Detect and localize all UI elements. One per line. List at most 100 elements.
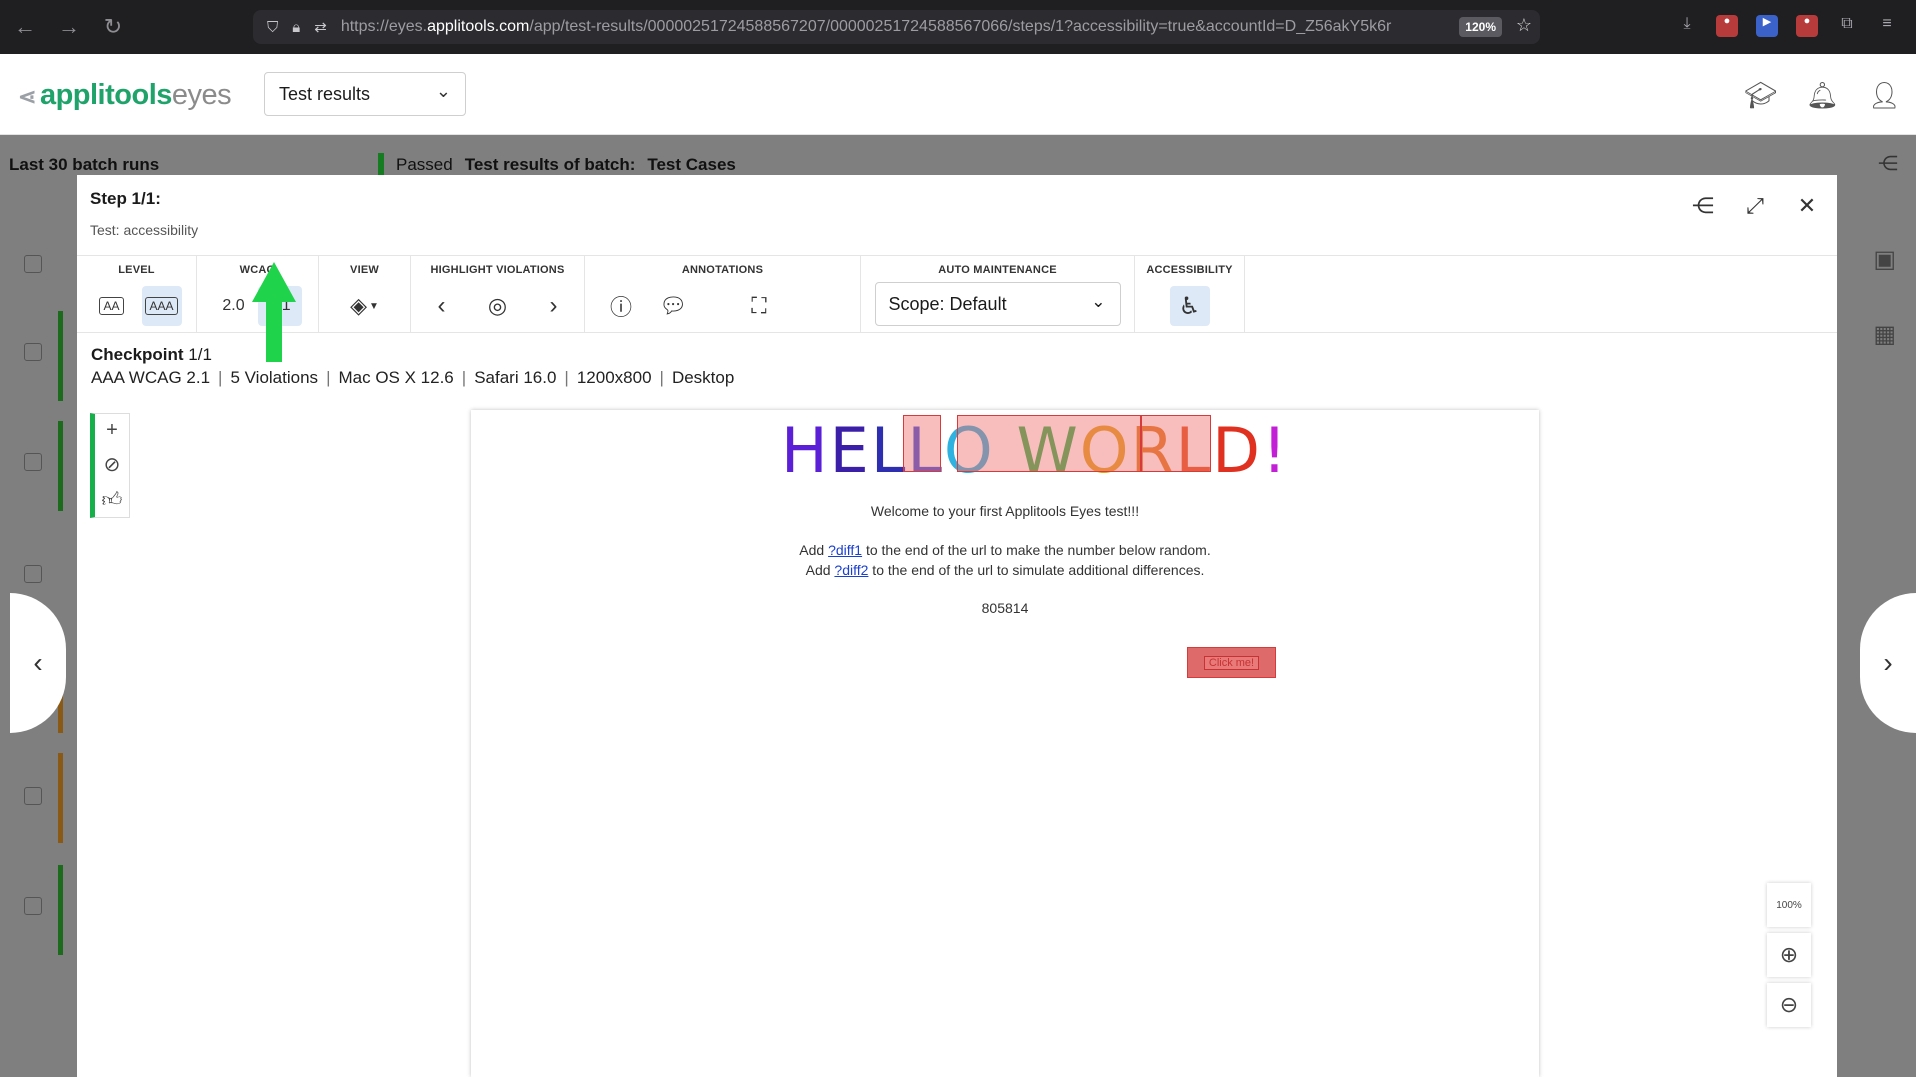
step-modal: Step 1/1: Test: accessibility ⋲ ⤢ ✕ LEVE… bbox=[77, 175, 1837, 1077]
auto-maintenance-label: AUTO MAINTENANCE bbox=[938, 264, 1057, 276]
view-group: VIEW ◈ ▼ bbox=[319, 256, 411, 332]
level-group: LEVEL AA AAA bbox=[77, 256, 197, 332]
extension-red2-icon[interactable]: ● bbox=[1796, 15, 1818, 37]
level-label: LEVEL bbox=[118, 264, 155, 276]
browser-text: Safari 16.0 bbox=[474, 368, 557, 387]
checkpoint-tools: + ⊘ 👍︎ bbox=[90, 413, 130, 518]
extension-video-icon[interactable]: ▶ bbox=[1756, 15, 1778, 37]
row-checkbox[interactable] bbox=[24, 343, 42, 361]
test-name: Test: accessibility bbox=[90, 222, 199, 238]
reload-icon[interactable]: ↻ bbox=[102, 14, 124, 40]
remark-annotation-button[interactable]: 💬︎ bbox=[653, 286, 693, 326]
diff2-line: Add ?diff2 to the end of the url to simu… bbox=[805, 562, 1205, 578]
batch-header: Passed Test results of batch: Test Cases bbox=[378, 153, 736, 177]
extensions-puzzle-icon[interactable]: ⧉ bbox=[1836, 15, 1858, 37]
level-aa-label: AA bbox=[99, 297, 124, 315]
chevron-left-icon: ‹ bbox=[437, 292, 446, 319]
accessibility-toggle-button[interactable]: ♿︎ bbox=[1169, 286, 1210, 326]
shield-icon: ⛉ bbox=[267, 18, 279, 36]
row-checkbox[interactable] bbox=[24, 787, 42, 805]
next-violation-button[interactable]: › bbox=[534, 286, 574, 326]
violation-region[interactable] bbox=[957, 415, 1141, 472]
zoom-in-icon: ⊕ bbox=[1779, 942, 1799, 967]
layers-icon: ◈ bbox=[350, 293, 367, 318]
step-title: Step 1/1: bbox=[90, 189, 161, 208]
device-text: Desktop bbox=[671, 368, 735, 387]
status-bar bbox=[378, 153, 384, 177]
site-settings-icon[interactable]: ⇄ bbox=[314, 18, 327, 36]
accessibility-icon: ♿︎ bbox=[1178, 292, 1201, 320]
scope-value: Scope: Default bbox=[888, 293, 1007, 314]
share-icon[interactable]: ⋲ bbox=[1691, 193, 1715, 219]
close-icon[interactable]: ✕ bbox=[1795, 193, 1819, 219]
bell-icon[interactable]: 🔔︎ bbox=[1806, 80, 1839, 111]
os-text: Mac OS X 12.6 bbox=[338, 368, 454, 387]
zoom-fit-label: 100% bbox=[1776, 899, 1802, 911]
view-label: VIEW bbox=[350, 264, 379, 276]
row-checkbox[interactable] bbox=[24, 565, 42, 583]
page-selector[interactable]: Test results ⌄ bbox=[264, 72, 466, 116]
bookmark-star-icon[interactable]: ☆ bbox=[1516, 15, 1532, 36]
prev-violation-button[interactable]: ‹ bbox=[422, 286, 462, 326]
level-aaa-label: AAA bbox=[145, 297, 178, 315]
row-checkbox[interactable] bbox=[24, 897, 42, 915]
extension-red-icon[interactable]: ● bbox=[1716, 15, 1738, 37]
accessibility-off-icon[interactable]: ⊘ bbox=[104, 452, 121, 477]
browser-toolbar: ← → ↻ ⛉ 🔒︎ ⇄ https://eyes.applitools.com… bbox=[0, 0, 1916, 54]
save-icon[interactable]: ▣ bbox=[1873, 245, 1896, 274]
browser-menu-icon[interactable]: ≡ bbox=[1876, 15, 1898, 37]
user-settings-icon[interactable]: 👤︎ bbox=[1868, 80, 1901, 111]
diff1-link[interactable]: ?diff1 bbox=[828, 542, 862, 558]
level-aa-button[interactable]: AA bbox=[92, 286, 132, 326]
address-bar[interactable]: ⛉ 🔒︎ ⇄ https://eyes.applitools.com/app/t… bbox=[253, 10, 1540, 44]
diff2-link[interactable]: ?diff2 bbox=[834, 562, 868, 578]
highlight-toggle-button[interactable]: ◎ bbox=[478, 286, 518, 326]
url-text[interactable]: https://eyes.applitools.com/app/test-res… bbox=[341, 18, 1431, 36]
comment-icon: 💬︎ bbox=[659, 293, 687, 318]
zoom-badge[interactable]: 120% bbox=[1459, 17, 1502, 37]
zoom-out-button[interactable]: ⊖ bbox=[1767, 983, 1811, 1027]
level-aaa-button[interactable]: AAA bbox=[141, 286, 182, 326]
accessibility-group: ACCESSIBILITY ♿︎ bbox=[1135, 256, 1245, 332]
accessibility-label: ACCESSIBILITY bbox=[1146, 264, 1233, 276]
welcome-text: Welcome to your first Applitools Eyes te… bbox=[870, 503, 1140, 519]
row-checkbox[interactable] bbox=[24, 453, 42, 471]
view-layers-button[interactable]: ◈ ▼ bbox=[345, 286, 385, 326]
chevron-right-icon: › bbox=[549, 292, 558, 319]
viewport-text: 1200x800 bbox=[576, 368, 652, 387]
caret-down-icon: ▼ bbox=[369, 300, 379, 312]
annotations-label: ANNOTATIONS bbox=[681, 264, 764, 276]
zoom-out-icon: ⊖ bbox=[1779, 992, 1799, 1017]
expand-icon[interactable]: ⤢ bbox=[1743, 193, 1767, 219]
click-me-button[interactable]: Click me! bbox=[1187, 647, 1276, 678]
batch-label: Test results of batch: bbox=[464, 155, 636, 174]
row-checkbox[interactable] bbox=[24, 255, 42, 273]
issue-annotation-button[interactable]: ⓘ bbox=[601, 286, 641, 326]
checkpoint-meta: AAA WCAG 2.1 | 5 Violations | Mac OS X 12.… bbox=[91, 368, 735, 387]
chevron-down-icon: ⌄ bbox=[435, 81, 451, 101]
thumbs-up-icon[interactable]: 👍︎ bbox=[102, 488, 123, 512]
annotations-group: ANNOTATIONS ⓘ 💬︎ ⛶ bbox=[585, 256, 861, 332]
back-icon[interactable]: ← bbox=[14, 14, 36, 40]
plus-icon[interactable]: + bbox=[106, 419, 118, 442]
violation-region[interactable] bbox=[903, 415, 941, 472]
app-header: ⋖ applitoolseyes Test results ⌄ 🎓︎ 🔔︎ 👤︎ bbox=[0, 54, 1916, 135]
zoom-in-button[interactable]: ⊕ bbox=[1767, 933, 1811, 977]
grid-settings-icon[interactable]: ▦ bbox=[1873, 320, 1896, 349]
violation-region[interactable] bbox=[1141, 415, 1211, 472]
scope-dropdown[interactable]: Scope: Default ⌄ bbox=[874, 282, 1121, 326]
share-icon[interactable]: ⋲ bbox=[1878, 151, 1898, 176]
region-annotation-button[interactable]: ⛶ bbox=[739, 286, 779, 326]
click-me-label: Click me! bbox=[1203, 655, 1260, 670]
download-icon[interactable]: ⤓ bbox=[1676, 15, 1698, 37]
graduation-cap-icon[interactable]: 🎓︎ bbox=[1744, 80, 1777, 111]
checkpoint-title: Checkpoint 1/1 bbox=[91, 345, 212, 364]
applitools-logo[interactable]: ⋖ applitoolseyes bbox=[18, 79, 232, 112]
zoom-fit-button[interactable]: 100% bbox=[1767, 883, 1811, 927]
exclamation-circle-icon: ⓘ bbox=[609, 295, 632, 320]
batch-runs-title: Last 30 batch runs bbox=[9, 155, 160, 174]
forward-icon[interactable]: → bbox=[58, 14, 80, 40]
screenshot-canvas[interactable]: HELLO W O R L D! Welcome to your first Appli… bbox=[471, 410, 1539, 1077]
auto-maintenance-group: AUTO MAINTENANCE Scope: Default ⌄ bbox=[861, 256, 1135, 332]
wcag-20-button[interactable]: 2.0 bbox=[214, 286, 254, 326]
